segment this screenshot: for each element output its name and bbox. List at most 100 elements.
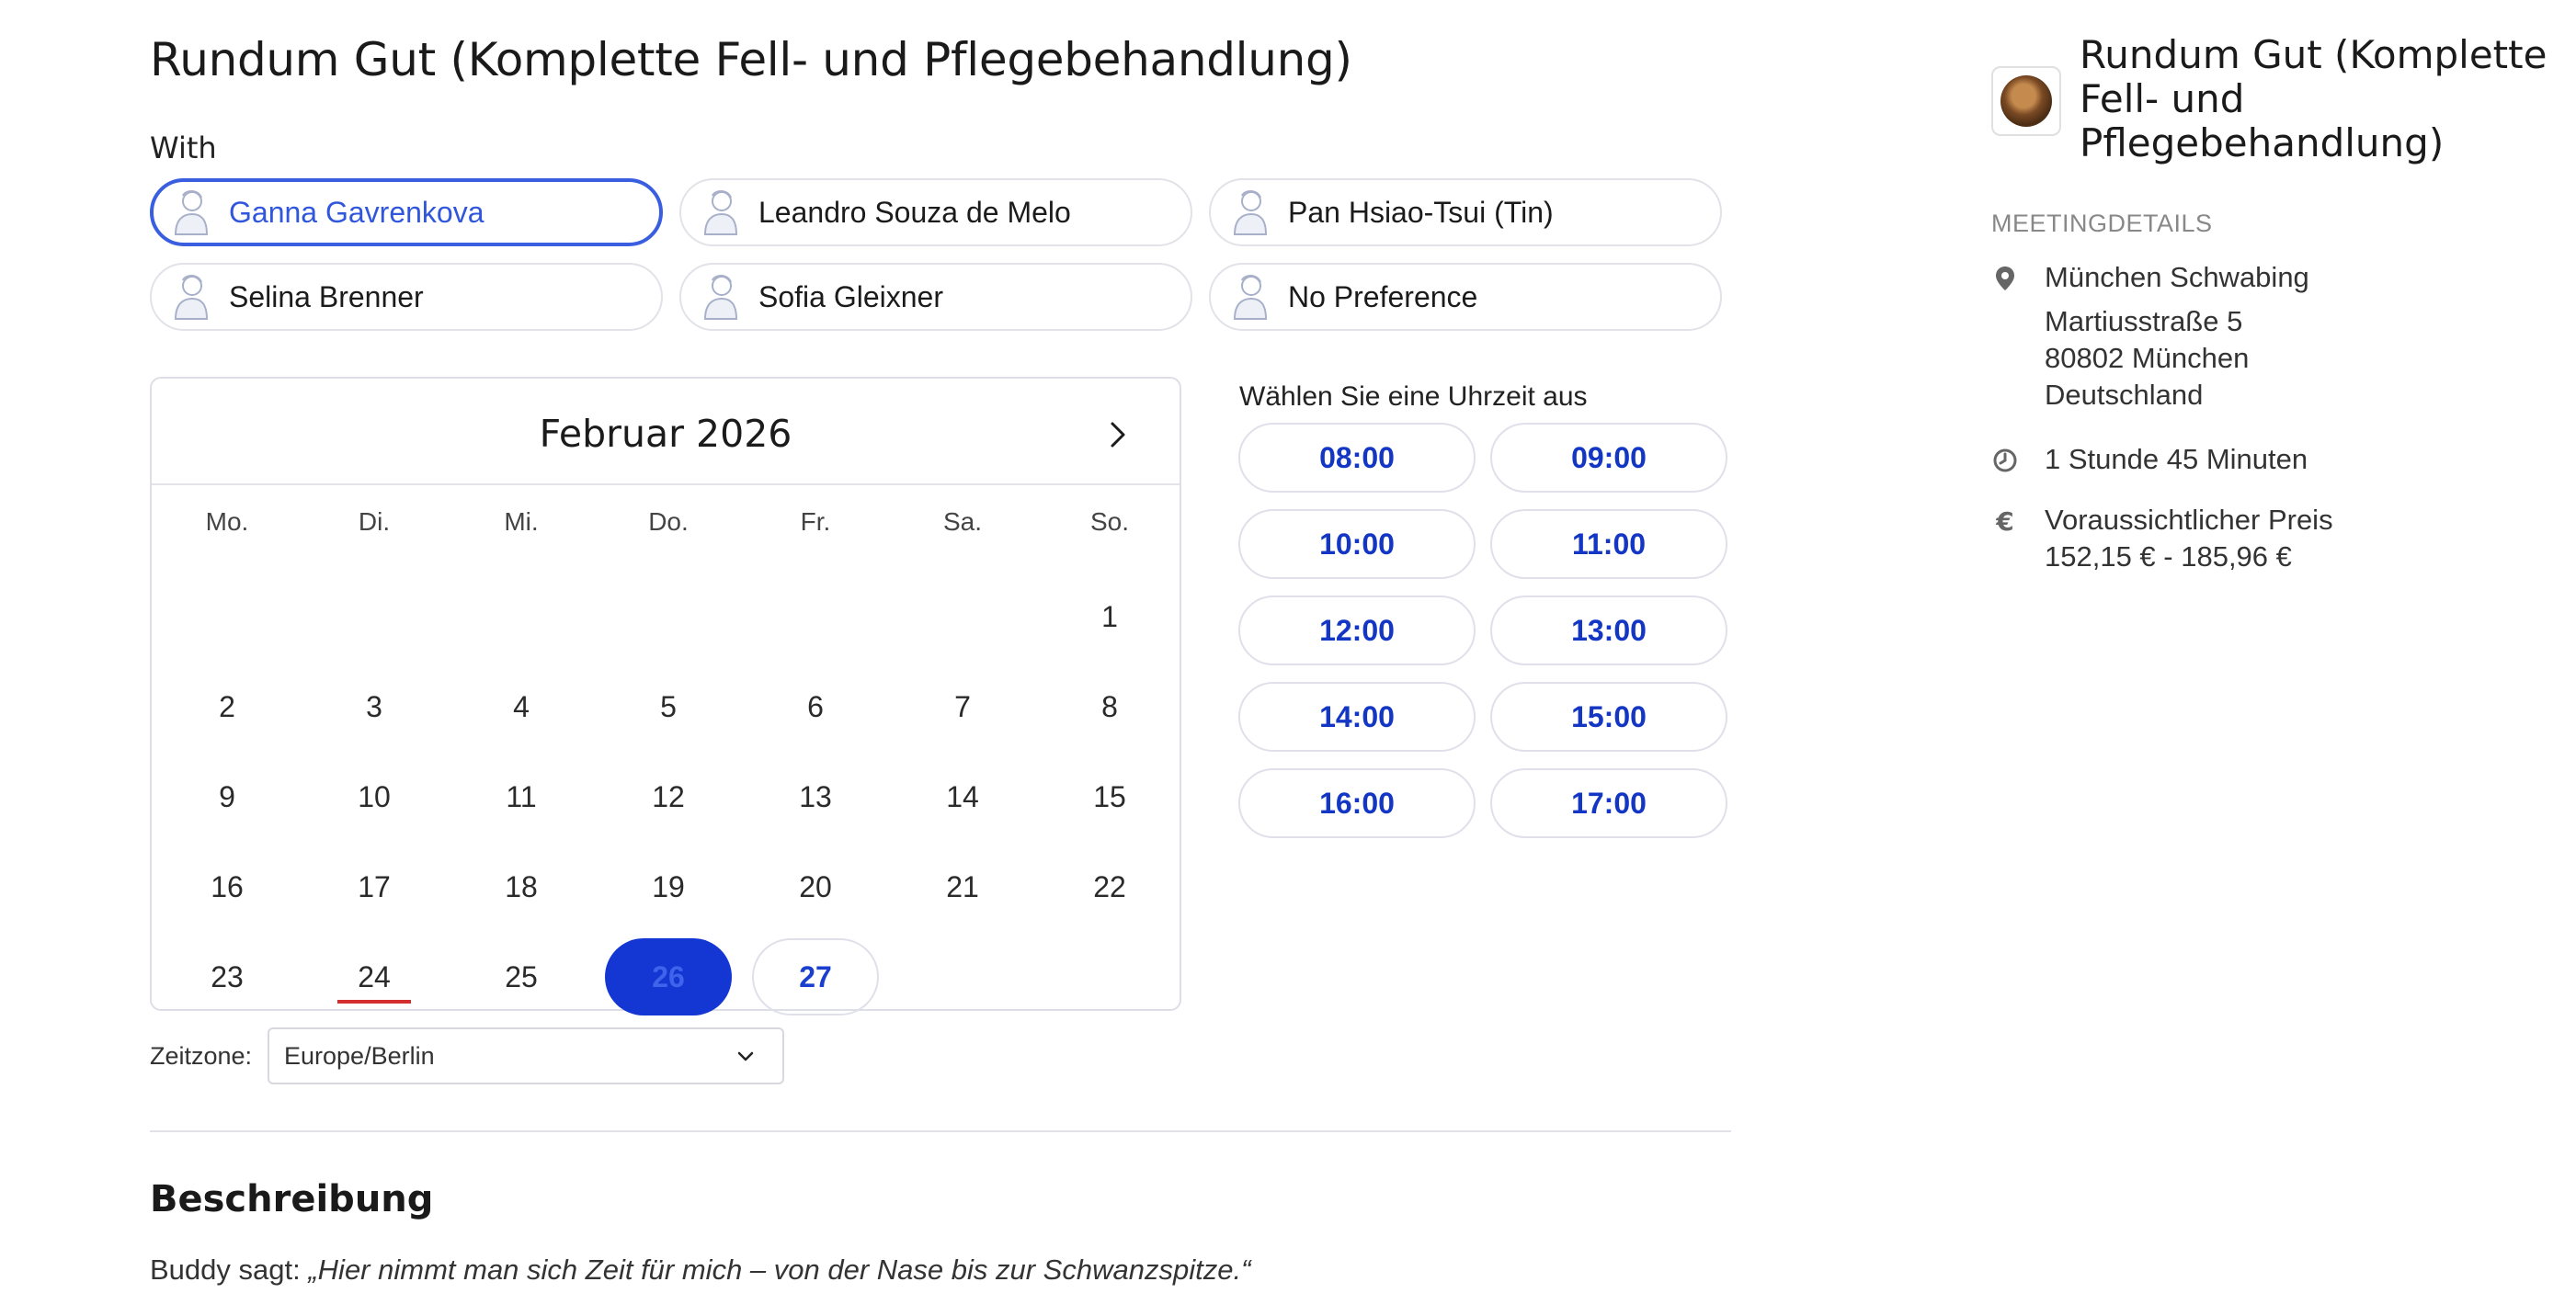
price-label: Voraussichtlicher Preis [2045,504,2333,536]
duration-text: 1 Stunde 45 Minuten [2045,443,2308,475]
calendar-day: 8 [1101,689,1118,723]
weekday-label: Do. [648,507,689,536]
staff-option-ganna-gavrenkova[interactable]: Ganna Gavrenkova [150,178,663,246]
staff-selector: Ganna Gavrenkova Leandro Souza de Melo P… [150,178,1722,331]
calendar-day: 21 [946,869,979,903]
description-prefix: Buddy sagt: [150,1254,309,1286]
location-row: München Schwabing Martiusstraße 5 80802 … [1991,259,2309,414]
next-month-button[interactable] [1102,419,1134,450]
staff-name: Sofia Gleixner [758,279,943,313]
calendar-day: 2 [219,689,235,723]
calendar-day: 19 [652,869,685,903]
calendar-day-today: 24 [301,932,448,1022]
calendar-days-grid: 1 2 3 4 5 6 7 8 9 10 11 12 13 14 15 16 1… [152,572,1180,1022]
calendar-day-pill: 27 [752,938,879,1015]
address-line: Martiusstraße 5 [2045,305,2243,337]
calendar-header: Februar 2026 [152,379,1180,485]
chevron-down-icon [737,1051,754,1061]
user-avatar-icon [1233,275,1268,320]
calendar-month-label: Februar 2026 [539,412,792,456]
weekday-label: Mo. [205,507,249,536]
timezone-select[interactable]: Europe/Berlin [268,1027,784,1084]
weekday-label: Sa. [942,507,983,536]
location-name: München Schwabing [2045,261,2309,293]
description-quote: „Hier nimmt man sich Zeit für mich – von… [308,1254,1251,1286]
with-label: With [150,130,217,165]
staff-option-selina-brenner[interactable]: Selina Brenner [150,263,663,331]
calendar-day: 4 [513,689,530,723]
time-slot-button[interactable]: 15:00 [1490,682,1727,752]
euro-icon: € [1996,505,2014,537]
calendar-day: 13 [799,779,832,813]
user-avatar-icon [703,190,738,235]
time-slot-button[interactable]: 13:00 [1490,596,1727,665]
chevron-right-icon [1111,422,1125,448]
price-range: 152,15 € - 185,96 € [2045,540,2292,573]
weekday-label: Fr. [800,507,831,536]
time-slot-button[interactable]: 17:00 [1490,768,1727,838]
description-text: Buddy sagt: „Hier nimmt man sich Zeit fü… [150,1254,1250,1287]
calendar-day: 11 [506,779,537,813]
calendar-day: 12 [652,779,685,813]
time-slot-button[interactable]: 08:00 [1238,423,1476,493]
calendar-day: 23 [211,959,244,993]
calendar-day-selected[interactable]: 26 [595,932,742,1022]
description-heading: Beschreibung [150,1178,434,1220]
staff-name: Ganna Gavrenkova [229,195,484,229]
map-pin-icon [1991,265,2019,292]
time-slot-button[interactable]: 12:00 [1238,596,1476,665]
calendar-day: 16 [211,869,244,903]
address-line: 80802 München [2045,342,2250,374]
time-slot-button[interactable]: 10:00 [1238,509,1476,579]
calendar-day: 15 [1093,779,1126,813]
user-avatar-icon [174,190,209,235]
calendar-day: 17 [358,869,391,903]
user-avatar-icon [1233,190,1268,235]
time-slot-button[interactable]: 11:00 [1490,509,1727,579]
calendar-day: 1 [1101,599,1118,633]
calendar-day: 14 [946,779,979,813]
calendar-day: 7 [954,689,971,723]
calendar-day-pill: 26 [605,938,732,1015]
staff-option-no-preference[interactable]: No Preference [1209,263,1722,331]
date-calendar: Februar 2026 Mo. Di. Mi. Do. Fr. Sa. So.… [150,377,1181,1015]
staff-option-leandro-souza-de-melo[interactable]: Leandro Souza de Melo [679,178,1192,246]
page-title: Rundum Gut (Komplette Fell- und Pflegebe… [150,33,1352,86]
service-photo [2000,75,2052,127]
staff-name: Leandro Souza de Melo [758,195,1071,229]
timezone-label: Zeitzone: [150,1042,253,1070]
staff-name: Pan Hsiao-Tsui (Tin) [1288,195,1554,229]
duration-row: 1 Stunde 45 Minuten [1991,441,2308,478]
staff-name: Selina Brenner [229,279,424,313]
calendar-day: 20 [799,869,832,903]
section-divider [150,1130,1731,1132]
user-avatar-icon [703,275,738,320]
time-slot-button[interactable]: 14:00 [1238,682,1476,752]
time-slot-button[interactable]: 16:00 [1238,768,1476,838]
weekday-label: Mi. [504,507,539,536]
meeting-details-label: MEETINGDETAILS [1991,210,2213,237]
calendar-day: 9 [219,779,235,813]
staff-option-sofia-gleixner[interactable]: Sofia Gleixner [679,263,1192,331]
service-logo [1991,66,2061,136]
calendar-day: 3 [366,689,382,723]
sidebar-service-title: Rundum Gut (Komplette Fell- und Pflegebe… [2080,32,2548,165]
user-avatar-icon [174,275,209,320]
calendar-day: 22 [1093,869,1126,903]
calendar-day-available[interactable]: 27 [742,932,889,1022]
weekday-label: Di. [358,507,391,536]
weekday-label: So. [1089,507,1130,536]
calendar-day: 25 [505,959,538,993]
timezone-value: Europe/Berlin [284,1041,435,1070]
time-slot-button[interactable]: 09:00 [1490,423,1727,493]
staff-name: No Preference [1288,279,1478,313]
clock-icon [1991,447,2019,474]
time-slot-grid: 08:00 09:00 10:00 11:00 12:00 13:00 14:0… [1238,423,1727,838]
calendar-day: 10 [358,779,391,813]
calendar-day: 18 [505,869,538,903]
address-line: Deutschland [2045,379,2204,411]
price-row: € Voraussichtlicher Preis 152,15 € - 185… [1991,502,2333,575]
weekday-header-row: Mo. Di. Mi. Do. Fr. Sa. So. [152,507,1180,537]
calendar-day: 5 [660,689,677,723]
staff-option-pan-hsiao-tsui[interactable]: Pan Hsiao-Tsui (Tin) [1209,178,1722,246]
